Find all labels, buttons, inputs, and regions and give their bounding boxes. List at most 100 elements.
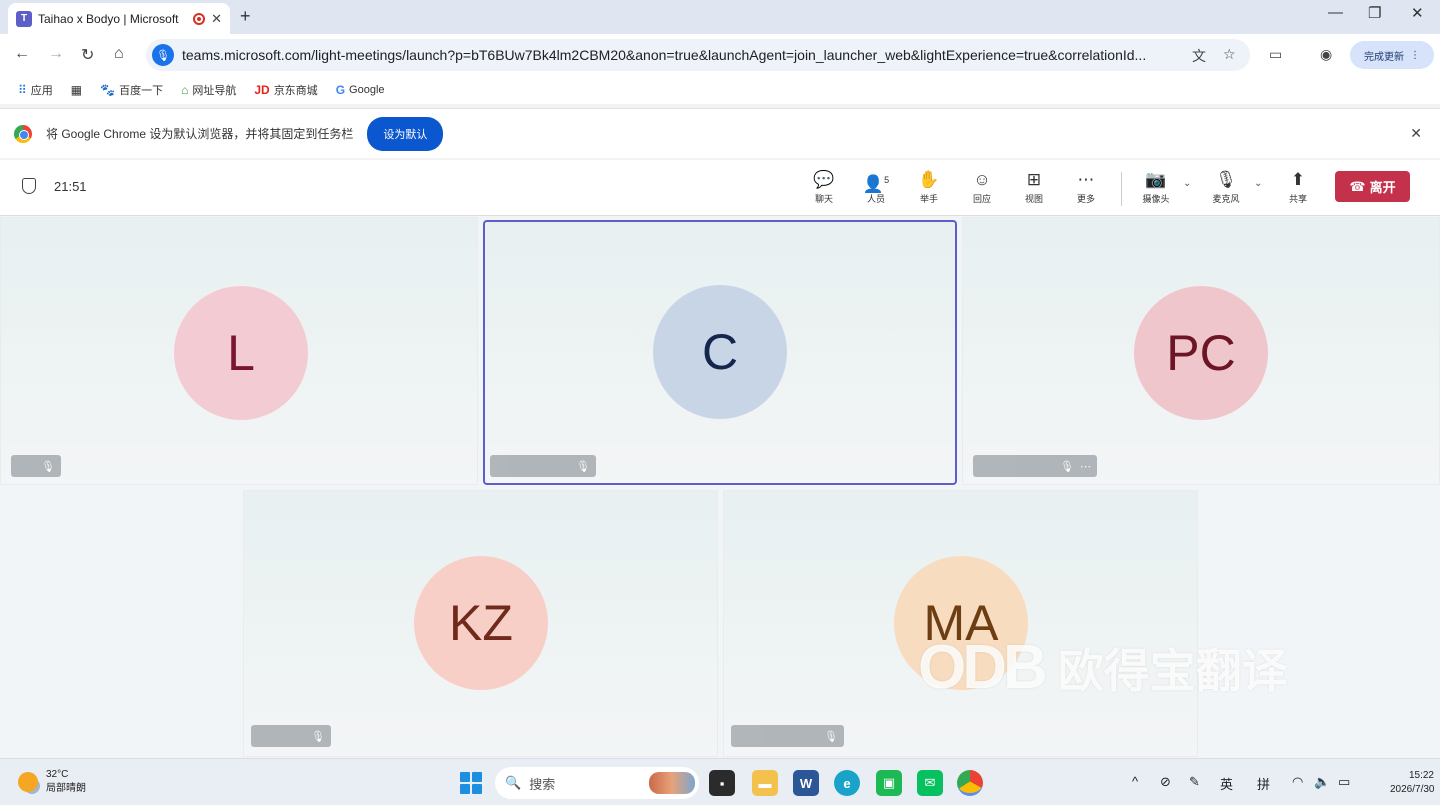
participant-tile-active[interactable]: C 🎙 bbox=[483, 220, 957, 485]
mic-icon: 🎙 bbox=[311, 730, 325, 743]
participant-name-chip: 🎙 ⋯ bbox=[973, 455, 1097, 477]
new-tab-icon[interactable]: + bbox=[240, 6, 251, 27]
people-icon: 👤5 bbox=[862, 174, 890, 194]
set-default-button[interactable]: 设为默认 bbox=[367, 116, 444, 151]
recording-icon bbox=[193, 12, 206, 25]
google-icon: G bbox=[335, 83, 346, 97]
participant-avatar: L bbox=[174, 286, 308, 420]
minimize-icon[interactable]: — bbox=[1328, 4, 1343, 21]
taskbar-search[interactable]: 🔍 搜索 bbox=[495, 767, 699, 799]
chrome-icon bbox=[14, 124, 32, 143]
meeting-toolbar: 21:51 💬 聊天 👤5 人员 ✋ 举手 ☺ 回应 ⊞ 视图 ⋯ 更多 📷 摄像头 ⌄ 🎙 麦… bbox=[0, 160, 1440, 216]
search-icon: 🔍 bbox=[505, 775, 522, 790]
system-clock[interactable]: 15:22 2026/7/30 bbox=[1390, 769, 1435, 797]
clock-time: 15:22 bbox=[1408, 770, 1434, 781]
bookmark-apps[interactable]: ⠿ 应用 bbox=[18, 82, 53, 98]
bookmark-star-icon[interactable]: ☆ bbox=[1223, 46, 1236, 63]
back-icon[interactable]: ← bbox=[14, 45, 30, 63]
search-label: 搜索 bbox=[529, 776, 556, 792]
window-close-icon[interactable]: ✕ bbox=[1411, 4, 1424, 22]
participant-tile[interactable]: MA 🎙 bbox=[723, 490, 1198, 757]
chat-icon: 💬 bbox=[813, 170, 835, 189]
people-button[interactable]: 👤5 人员 bbox=[856, 168, 896, 205]
ime-language[interactable]: 英 bbox=[1220, 774, 1233, 793]
participant-tile[interactable]: KZ 🎙 bbox=[243, 490, 718, 757]
file-explorer-icon[interactable]: ▬ bbox=[752, 770, 778, 796]
word-icon[interactable]: W bbox=[793, 770, 819, 796]
search-highlight-image bbox=[649, 772, 695, 794]
grid-icon: ▦ bbox=[70, 83, 83, 97]
edge-icon[interactable]: e bbox=[834, 770, 860, 796]
browser-tab[interactable]: T Taihao x Bodyo | Microsoft ✕ bbox=[8, 3, 230, 34]
watermark-logo: ODB bbox=[918, 633, 1048, 702]
bookmark-baidu[interactable]: 🐾 百度一下 bbox=[100, 82, 163, 98]
people-count: 5 bbox=[884, 175, 890, 185]
raise-hand-button[interactable]: ✋ 举手 bbox=[909, 168, 949, 205]
cast-icon[interactable]: ▭ bbox=[1269, 46, 1282, 63]
tab-close-icon[interactable]: ✕ bbox=[211, 11, 222, 27]
browser-tab-strip: T Taihao x Bodyo | Microsoft ✕ + — ❐ ✕ bbox=[0, 0, 1440, 34]
apps-grid-icon: ⠿ bbox=[18, 83, 27, 97]
microphone-icon: 🎙 bbox=[1215, 170, 1237, 189]
participant-tile[interactable]: L 🎙 bbox=[0, 217, 478, 485]
bookmarks-bar: ⠿ 应用 ▦ 🐾 百度一下 ⌂ 网址导航 JD 京东商城 G Google bbox=[0, 76, 1440, 104]
weather-temp: 32°C bbox=[46, 769, 69, 780]
teams-icon: T bbox=[16, 10, 32, 27]
restore-icon[interactable]: ❐ bbox=[1368, 4, 1381, 22]
home-icon[interactable]: ⌂ bbox=[114, 45, 124, 63]
mic-button[interactable]: 🎙 麦克风 bbox=[1206, 168, 1246, 205]
battery-icon[interactable]: ▭ bbox=[1338, 774, 1350, 790]
update-button[interactable]: 完成更新 ⋮ bbox=[1350, 41, 1434, 69]
weather-widget[interactable]: 32°C 局部晴朗 bbox=[18, 768, 86, 796]
meeting-info: 21:51 bbox=[22, 178, 87, 194]
meeting-timer: 21:51 bbox=[54, 178, 87, 194]
volume-icon[interactable]: 🔈 bbox=[1314, 774, 1330, 790]
profile-icon[interactable]: ◉ bbox=[1320, 46, 1332, 63]
participant-tile[interactable]: PC 🎙 ⋯ bbox=[962, 217, 1440, 485]
camera-button[interactable]: 📷 摄像头 bbox=[1136, 168, 1176, 205]
pen-icon[interactable]: ✎ bbox=[1189, 774, 1200, 790]
wifi-icon[interactable]: ◠ bbox=[1292, 774, 1303, 790]
participant-avatar: KZ bbox=[414, 556, 548, 690]
shield-icon[interactable] bbox=[22, 178, 36, 194]
more-options-icon[interactable]: ⋯ bbox=[1080, 460, 1091, 473]
leave-button[interactable]: ☎ 离开 bbox=[1335, 171, 1410, 202]
address-toolbar: ← → ↻ ⌂ 🎙 teams.microsoft.com/light-meet… bbox=[0, 34, 1440, 76]
bookmark-google[interactable]: G Google bbox=[336, 83, 385, 97]
address-bar[interactable]: 🎙 teams.microsoft.com/light-meetings/lau… bbox=[146, 39, 1250, 71]
mic-options-chevron-icon[interactable]: ⌄ bbox=[1254, 178, 1262, 189]
site-info-icon[interactable]: 🎙 bbox=[152, 44, 174, 66]
react-button[interactable]: ☺ 回应 bbox=[962, 168, 1002, 205]
task-view-icon[interactable]: ▪ bbox=[709, 770, 735, 796]
more-dots-icon: ⋯ bbox=[1077, 170, 1095, 189]
bookmark-jd[interactable]: JD 京东商城 bbox=[254, 82, 317, 98]
network-off-icon[interactable]: ⊘ bbox=[1160, 774, 1171, 790]
ime-mode[interactable]: 拼 bbox=[1257, 774, 1270, 793]
participant-avatar: PC bbox=[1134, 286, 1268, 420]
infobar-close-icon[interactable]: ✕ bbox=[1410, 125, 1422, 142]
chrome-taskbar-icon[interactable] bbox=[957, 770, 983, 796]
chat-button[interactable]: 💬 聊天 bbox=[804, 168, 844, 205]
reload-icon[interactable]: ↻ bbox=[81, 45, 94, 65]
wechat-icon[interactable]: ✉ bbox=[917, 770, 943, 796]
mic-icon: 🎙 bbox=[41, 460, 55, 473]
baidu-icon: 🐾 bbox=[100, 83, 116, 97]
view-button[interactable]: ⊞ 视图 bbox=[1014, 168, 1054, 205]
translate-icon[interactable]: 文 bbox=[1192, 46, 1206, 66]
camera-options-chevron-icon[interactable]: ⌄ bbox=[1183, 178, 1191, 189]
participant-name-chip: 🎙 bbox=[11, 455, 61, 477]
bookmark-nav[interactable]: ⌂ 网址导航 bbox=[181, 82, 236, 98]
hangup-icon: ☎ bbox=[1349, 178, 1366, 194]
url-text[interactable]: teams.microsoft.com/light-meetings/launc… bbox=[182, 47, 1182, 63]
store-icon[interactable]: ▣ bbox=[876, 770, 902, 796]
tray-expand-chevron-icon[interactable]: ^ bbox=[1132, 774, 1138, 789]
taskbar: 32°C 局部晴朗 🔍 搜索 ▪ ▬ W e ▣ ✉ ^ ⊘ ✎ 英 拼 ◠ 🔈… bbox=[0, 758, 1440, 805]
weather-desc: 局部晴朗 bbox=[46, 783, 86, 794]
bookmark-grid[interactable]: ▦ bbox=[71, 83, 82, 97]
hand-icon: ✋ bbox=[918, 170, 940, 189]
share-button[interactable]: ⬆ 共享 bbox=[1278, 168, 1318, 205]
more-button[interactable]: ⋯ 更多 bbox=[1066, 168, 1106, 205]
start-windows-icon[interactable] bbox=[460, 772, 482, 794]
view-grid-icon: ⊞ bbox=[1026, 170, 1042, 189]
forward-icon[interactable]: → bbox=[48, 45, 64, 63]
